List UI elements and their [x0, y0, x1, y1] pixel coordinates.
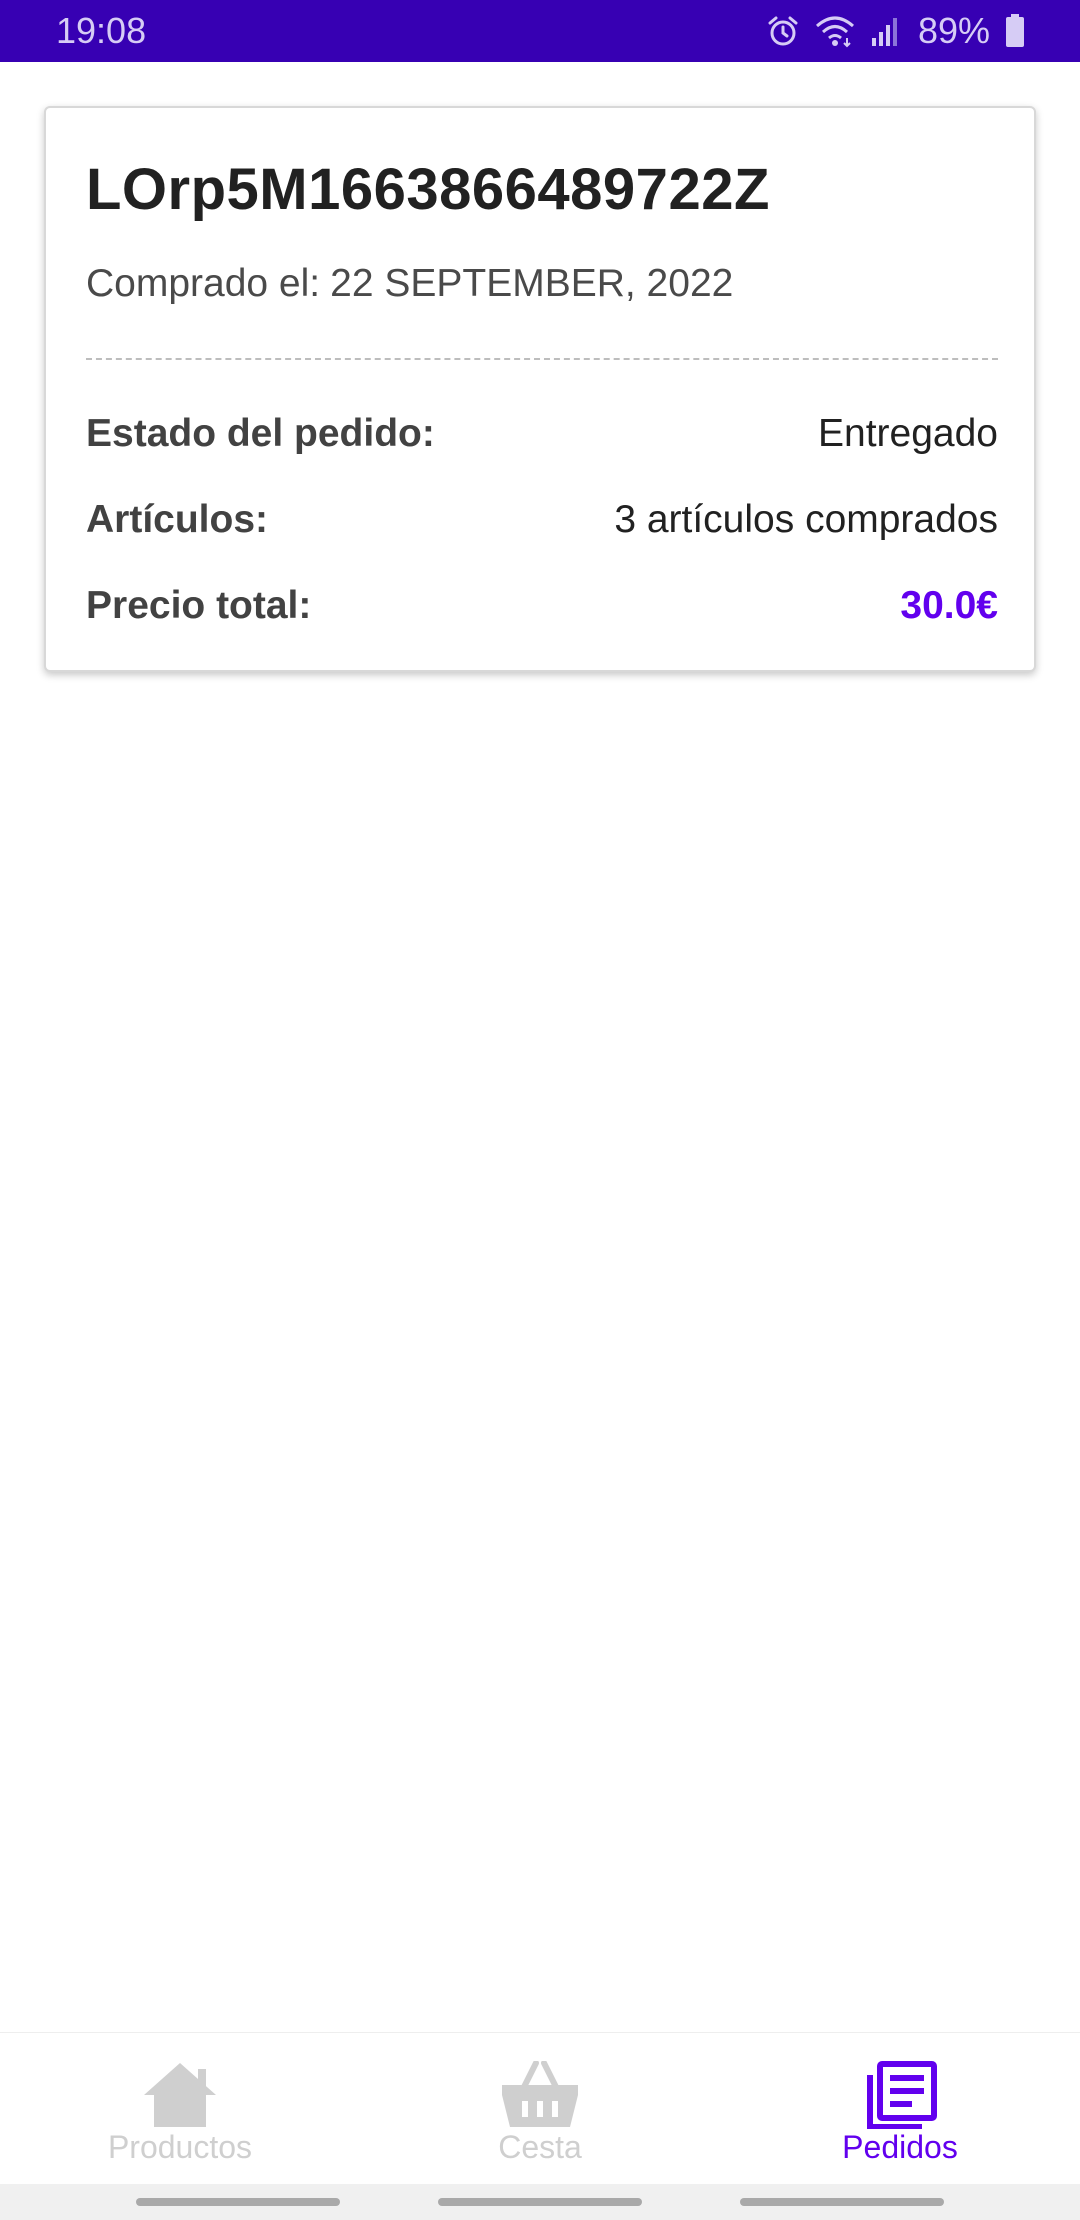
- dashed-divider: [86, 358, 998, 360]
- order-date-label: Comprado el:: [86, 262, 321, 305]
- nav-item-cesta[interactable]: Cesta: [360, 2033, 720, 2185]
- order-total-value: 30.0€: [900, 584, 998, 627]
- order-items-row: Artículos: 3 artículos comprados: [86, 498, 998, 542]
- nav-item-productos[interactable]: Productos: [0, 2033, 360, 2185]
- battery-icon: [1004, 13, 1026, 49]
- home-icon: [140, 2061, 220, 2129]
- gesture-pill-right[interactable]: [740, 2198, 944, 2206]
- order-card[interactable]: LOrp5M1663866489722Z Comprado el: 22 SEPT…: [44, 106, 1036, 672]
- nav-label-pedidos: Pedidos: [842, 2129, 958, 2165]
- order-items-label: Artículos:: [86, 498, 269, 541]
- signal-icon: [870, 14, 900, 48]
- order-status-value: Entregado: [818, 412, 998, 455]
- nav-item-pedidos[interactable]: Pedidos: [720, 2033, 1080, 2185]
- orders-icon: [860, 2061, 940, 2129]
- gesture-pill-left[interactable]: [136, 2198, 340, 2206]
- basket-icon: [500, 2061, 580, 2129]
- order-date: Comprado el: 22 SEPTEMBER, 2022: [86, 262, 733, 306]
- bottom-navigation: Productos Cesta Pedidos: [0, 2032, 1080, 2185]
- gesture-pill-center[interactable]: [438, 2198, 642, 2206]
- order-status-label: Estado del pedido:: [86, 412, 435, 455]
- status-time: 19:08: [56, 10, 147, 51]
- order-total-label: Precio total:: [86, 584, 312, 627]
- gesture-navigation-bar: [0, 2184, 1080, 2220]
- alarm-icon: [766, 14, 800, 48]
- order-total-row: Precio total: 30.0€: [86, 584, 998, 628]
- order-items-value: 3 artículos comprados: [614, 498, 998, 541]
- nav-label-cesta: Cesta: [498, 2129, 582, 2165]
- status-bar: 19:08 89%: [0, 0, 1080, 62]
- status-icons: 89%: [766, 10, 1026, 52]
- order-date-value: 22 SEPTEMBER, 2022: [330, 262, 734, 305]
- nav-label-productos: Productos: [107, 2129, 253, 2165]
- order-id: LOrp5M1663866489722Z: [86, 157, 770, 222]
- battery-percentage: 89%: [917, 10, 990, 51]
- order-status-row: Estado del pedido: Entregado: [86, 412, 998, 456]
- wifi-icon: [814, 14, 856, 48]
